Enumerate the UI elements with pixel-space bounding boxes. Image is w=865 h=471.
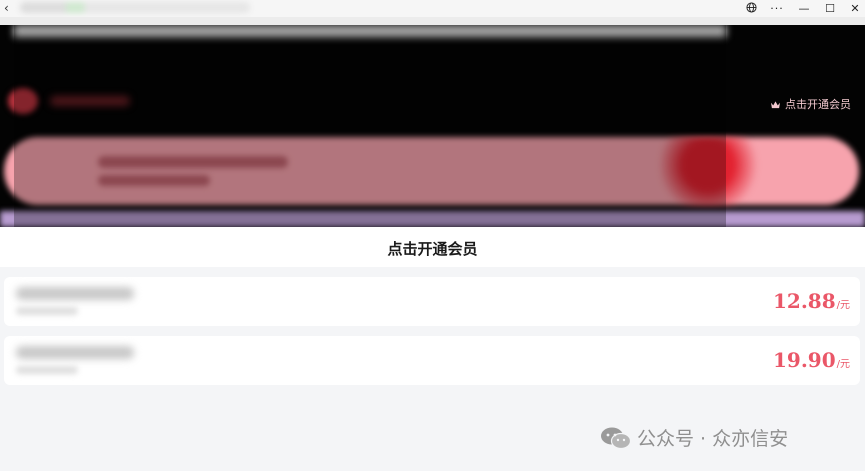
blurred-plan-desc: [16, 307, 78, 315]
blurred-address-bar: [20, 2, 250, 13]
window-titlebar: ‹ ··· — ☐ ✕: [0, 0, 865, 17]
blurred-plan-name: [16, 346, 134, 359]
banner-dim-overlay: [14, 25, 726, 227]
price-amount: 12.88: [772, 289, 836, 313]
vip-banner: 点击开通会员: [0, 25, 865, 227]
plan-card[interactable]: 12.88/元: [4, 277, 860, 326]
watermark: 公众号 · 众亦信安: [600, 424, 840, 450]
tab-strip-blurred: [0, 17, 865, 25]
crown-icon: [771, 101, 780, 109]
blurred-plan-desc: [16, 366, 78, 374]
price-amount: 19.90: [772, 348, 836, 372]
back-icon[interactable]: ‹: [4, 0, 18, 17]
price-unit: /元: [836, 300, 850, 311]
watermark-text: 公众号 · 众亦信安: [637, 428, 789, 450]
globe-icon[interactable]: [738, 0, 764, 17]
blurred-plan-name: [16, 287, 134, 300]
plan-price: 19.90/元: [773, 348, 850, 372]
price-unit: /元: [836, 359, 850, 370]
minimize-icon[interactable]: —: [791, 0, 817, 17]
more-icon[interactable]: ···: [764, 0, 790, 17]
wechat-icon: [601, 427, 632, 449]
open-vip-button[interactable]: 点击开通会员: [770, 96, 851, 112]
close-icon[interactable]: ✕: [842, 0, 865, 17]
plan-price: 12.88/元: [773, 289, 850, 313]
plan-card[interactable]: 19.90/元: [4, 336, 860, 385]
maximize-icon[interactable]: ☐: [817, 0, 843, 17]
page-title: 点击开通会员: [387, 240, 478, 258]
open-vip-label: 点击开通会员: [785, 98, 851, 111]
